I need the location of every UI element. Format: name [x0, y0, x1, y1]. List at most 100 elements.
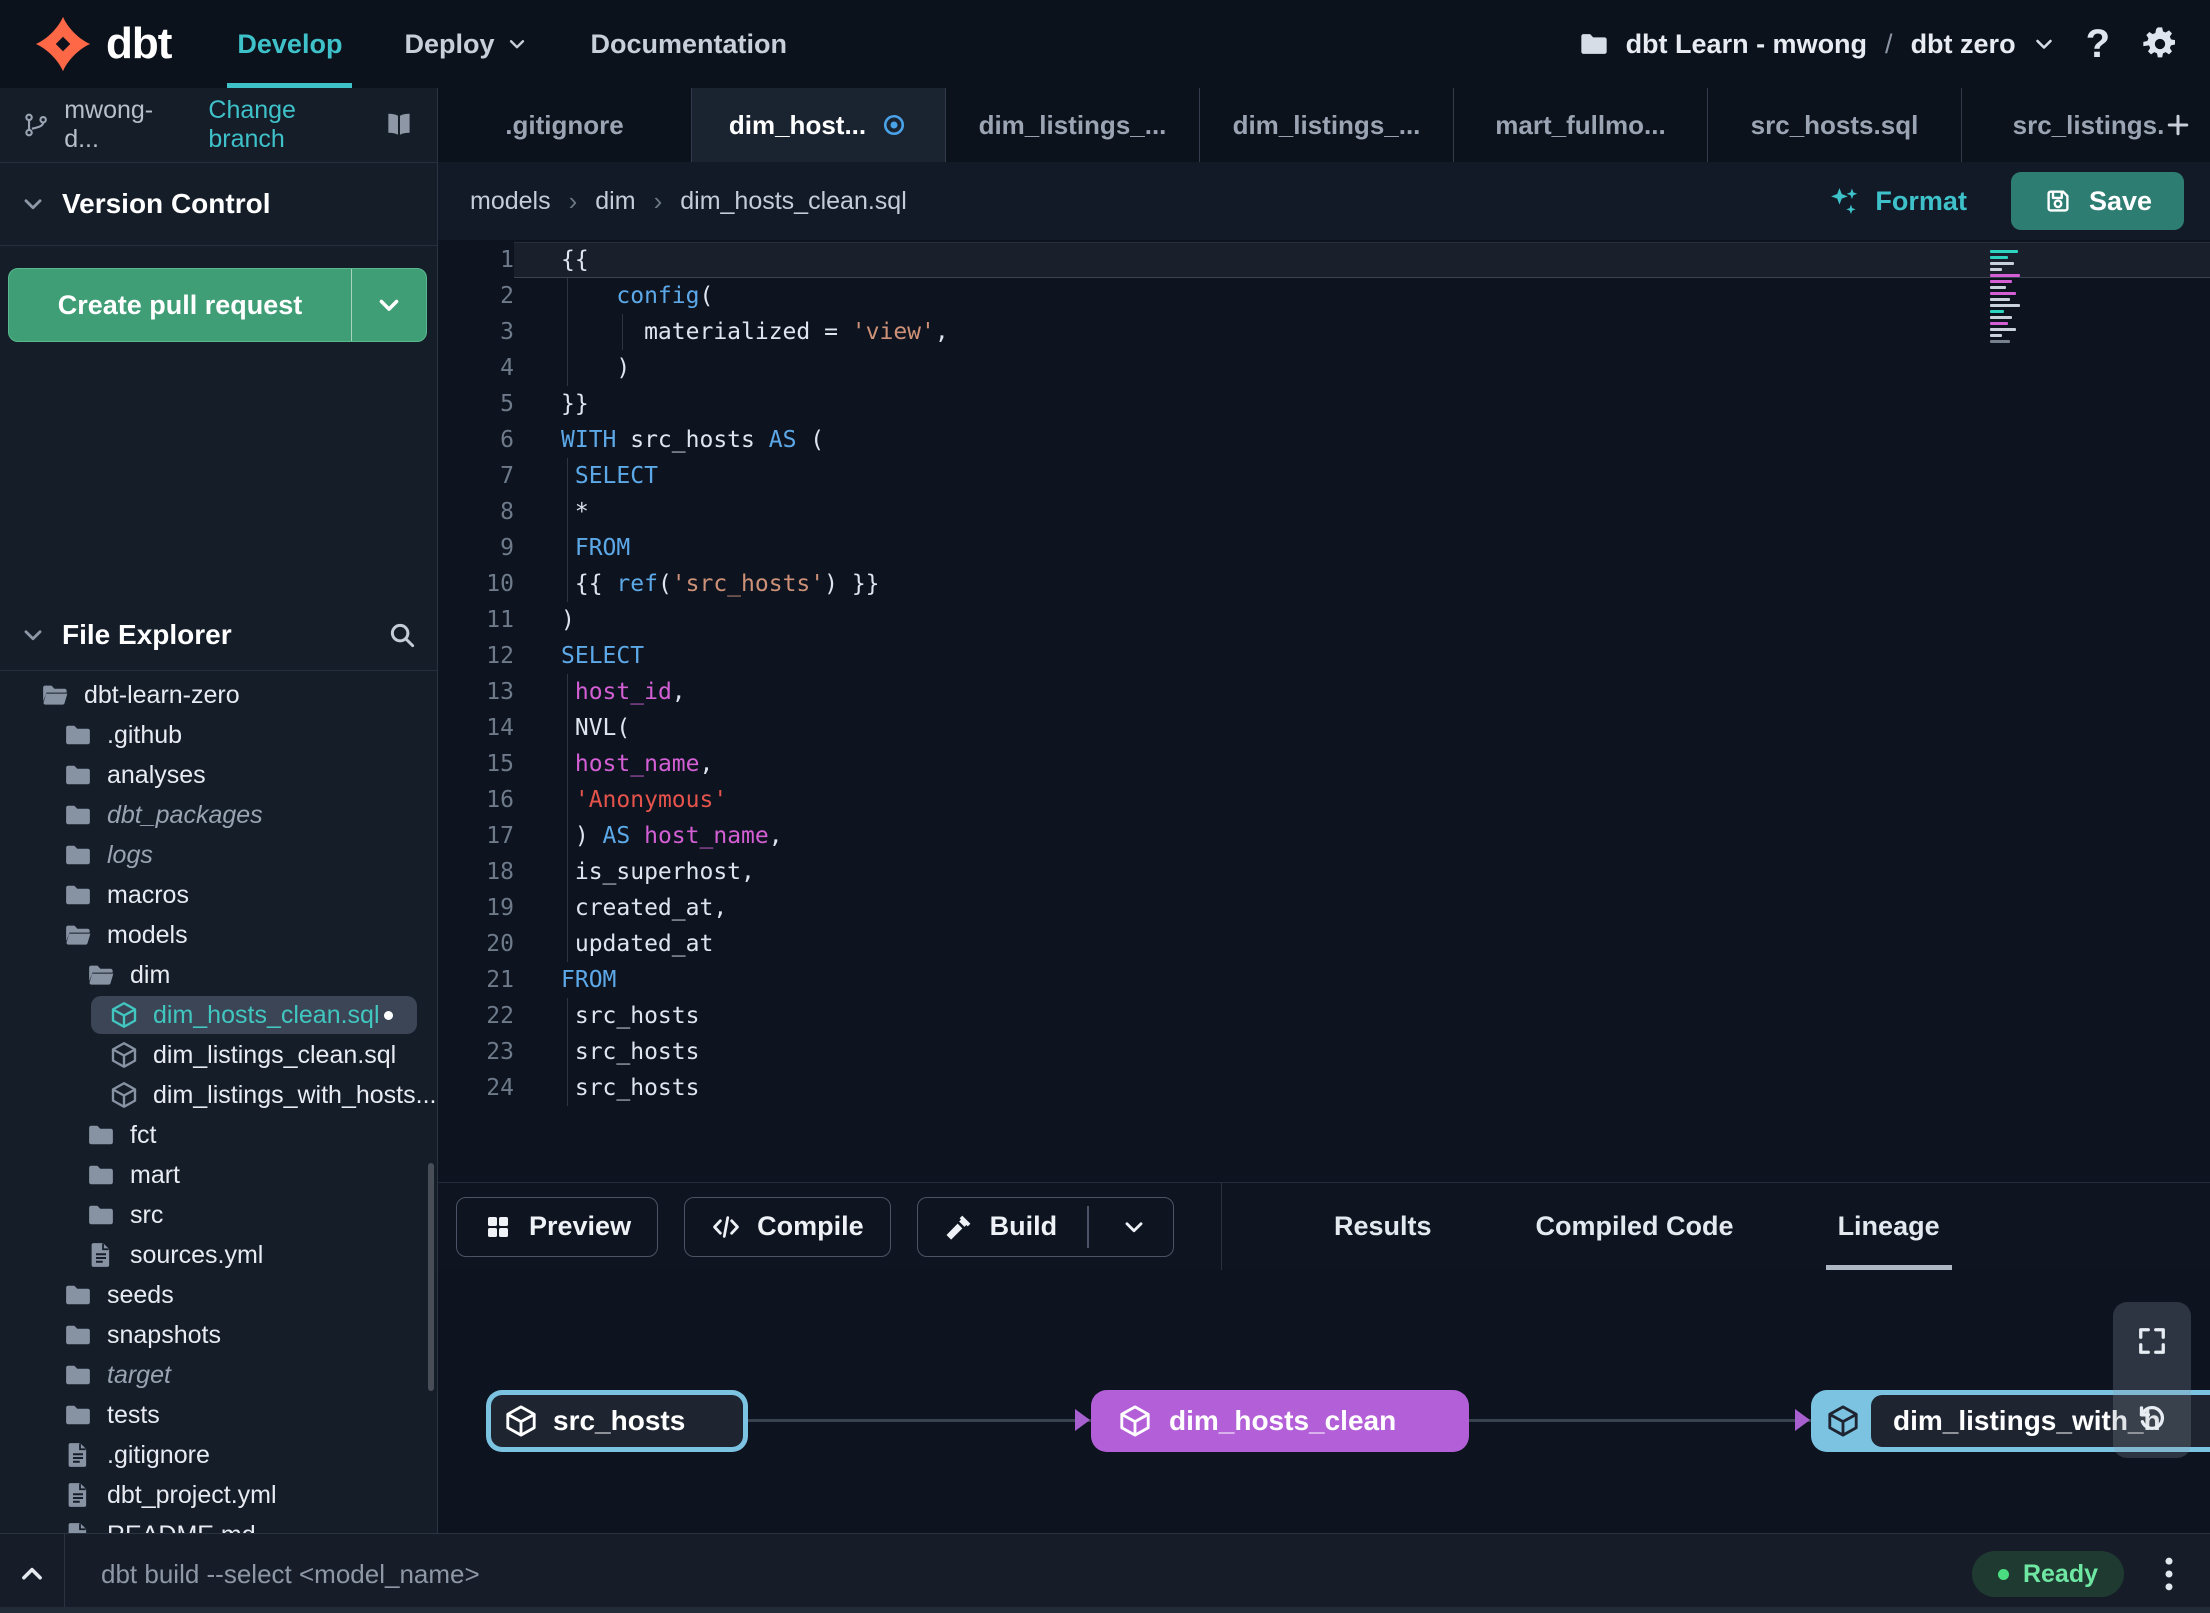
tree-item-dim-listings-with-hosts[interactable]: dim_listings_with_hosts...: [0, 1075, 437, 1115]
sidebar: mwong-d... Change branch Version Control…: [0, 88, 438, 1533]
main-area: .gitignore dim_host... dim_listings_... …: [438, 88, 2210, 1533]
code-line[interactable]: 17 ) AS host_name,: [438, 818, 2210, 854]
command-input[interactable]: dbt build --select <model_name>: [101, 1559, 480, 1590]
format-button[interactable]: Format: [1827, 184, 1967, 218]
build-button[interactable]: Build: [916, 1196, 1174, 1257]
panel-tab-results[interactable]: Results: [1282, 1183, 1484, 1270]
change-branch-link[interactable]: Change branch: [208, 96, 369, 154]
nav-item-deploy[interactable]: Deploy: [404, 0, 528, 88]
panel-tab-lineage[interactable]: Lineage: [1786, 1183, 1992, 1270]
editor-toolbar-row: models › dim › dim_hosts_clean.sql Forma…: [438, 162, 2210, 240]
dirty-circle-icon: [880, 111, 908, 139]
primary-nav: Develop Deploy Documentation: [227, 0, 787, 88]
nav-item-documentation[interactable]: Documentation: [590, 0, 787, 88]
tree-item-github[interactable]: .github: [0, 715, 437, 755]
code-line[interactable]: 11 ): [438, 602, 2210, 638]
code-line[interactable]: 20 updated_at: [438, 926, 2210, 962]
version-control-header[interactable]: Version Control: [0, 163, 437, 246]
panel-tab-compiled-code[interactable]: Compiled Code: [1484, 1183, 1786, 1270]
tree-item-sources-yml[interactable]: sources.yml: [0, 1235, 437, 1275]
code-line[interactable]: 7 SELECT: [438, 458, 2210, 494]
editor-tab[interactable]: dim_host...: [692, 88, 946, 162]
code-line[interactable]: 21 FROM: [438, 962, 2210, 998]
compile-button[interactable]: Compile: [684, 1196, 891, 1257]
dbt-logo[interactable]: dbt: [34, 15, 172, 73]
tree-item-analyses[interactable]: analyses: [0, 755, 437, 795]
fullscreen-icon[interactable]: [2134, 1323, 2170, 1359]
new-tab-button[interactable]: [2154, 88, 2202, 162]
code-line[interactable]: 15 host_name,: [438, 746, 2210, 782]
code-line[interactable]: 10 {{ ref('src_hosts') }}: [438, 566, 2210, 602]
tree-item-dbt-project-yml[interactable]: dbt_project.yml: [0, 1475, 437, 1515]
pr-dropdown-button[interactable]: [351, 269, 426, 341]
tree-item-logs[interactable]: logs: [0, 835, 437, 875]
create-pull-request-button[interactable]: Create pull request: [8, 268, 427, 342]
refresh-icon[interactable]: [2134, 1401, 2170, 1437]
code-line[interactable]: 18 is_superhost,: [438, 854, 2210, 890]
code-line[interactable]: 5 }}: [438, 386, 2210, 422]
code-line[interactable]: 4 ): [438, 350, 2210, 386]
command-bar-toggle[interactable]: [0, 1534, 65, 1613]
code-line[interactable]: 6 WITH src_hosts AS (: [438, 422, 2210, 458]
code-line[interactable]: 16 'Anonymous': [438, 782, 2210, 818]
tree-item-gitignore[interactable]: .gitignore: [0, 1435, 437, 1475]
code-line[interactable]: 13 host_id,: [438, 674, 2210, 710]
docs-book-icon[interactable]: [383, 110, 415, 140]
line-number: 17: [486, 823, 514, 849]
editor-tab[interactable]: dim_listings_...: [946, 88, 1200, 162]
save-button[interactable]: Save: [2010, 172, 2184, 230]
code-line[interactable]: 22 src_hosts: [438, 998, 2210, 1034]
code-line[interactable]: 19 created_at,: [438, 890, 2210, 926]
tree-item-dbt-packages[interactable]: dbt_packages: [0, 795, 437, 835]
editor-tab[interactable]: dim_listings_...: [1200, 88, 1454, 162]
tree-item-dim-hosts-clean-sql[interactable]: dim_hosts_clean.sql: [0, 995, 437, 1035]
folder-icon: [1578, 28, 1610, 60]
code-line[interactable]: 9 FROM: [438, 530, 2210, 566]
editor-tab[interactable]: src_hosts.sql: [1708, 88, 1962, 162]
tree-item-dbt-learn-zero[interactable]: dbt-learn-zero: [0, 675, 437, 715]
preview-button[interactable]: Preview: [456, 1196, 659, 1257]
tree-item-models[interactable]: models: [0, 915, 437, 955]
code-line[interactable]: 3 materialized = 'view',: [438, 314, 2210, 350]
search-icon[interactable]: [387, 620, 417, 650]
branch-name: mwong-d...: [64, 96, 154, 153]
code-line[interactable]: 24 src_hosts: [438, 1070, 2210, 1106]
code-editor[interactable]: 1 {{ 2 config( 3 materialized = 'view', …: [438, 240, 2210, 1182]
status-label: Ready: [2022, 1559, 2098, 1588]
lineage-node-src-hosts[interactable]: src_hosts: [486, 1390, 748, 1452]
line-number: 1: [500, 247, 514, 273]
editor-tab[interactable]: mart_fullmo...: [1454, 88, 1708, 162]
tree-item-macros[interactable]: macros: [0, 875, 437, 915]
code-line[interactable]: 14 NVL(: [438, 710, 2210, 746]
minimap[interactable]: [1990, 250, 2048, 343]
code-line[interactable]: 8 *: [438, 494, 2210, 530]
kebab-menu-icon[interactable]: [2154, 1553, 2184, 1595]
line-number: 4: [500, 355, 514, 381]
sidebar-scrollbar[interactable]: [428, 1163, 434, 1391]
code-line[interactable]: 2 config(: [438, 278, 2210, 314]
tree-item-readme-md[interactable]: README.md: [0, 1515, 437, 1533]
file-explorer-header[interactable]: File Explorer: [0, 600, 437, 671]
tree-item-dim-listings-clean-sql[interactable]: dim_listings_clean.sql: [0, 1035, 437, 1075]
editor-tab[interactable]: .gitignore: [438, 88, 692, 162]
hammer-icon: [944, 1212, 974, 1242]
tree-item-seeds[interactable]: seeds: [0, 1275, 437, 1315]
line-number: 13: [486, 679, 514, 705]
lineage-node-dim-hosts-clean[interactable]: dim_hosts_clean: [1091, 1390, 1469, 1452]
code-line[interactable]: 12 SELECT: [438, 638, 2210, 674]
tree-item-target[interactable]: target: [0, 1355, 437, 1395]
tree-item-src[interactable]: src: [0, 1195, 437, 1235]
tree-item-mart[interactable]: mart: [0, 1155, 437, 1195]
help-button[interactable]: ?: [2086, 24, 2110, 64]
settings-gear-icon[interactable]: [2140, 24, 2180, 64]
nav-item-develop[interactable]: Develop: [227, 0, 353, 88]
tree-item-dim[interactable]: dim: [0, 955, 437, 995]
tree-item-fct[interactable]: fct: [0, 1115, 437, 1155]
code-line[interactable]: 1 {{: [438, 242, 2210, 278]
tree-item-tests[interactable]: tests: [0, 1395, 437, 1435]
code-line[interactable]: 23 src_hosts: [438, 1034, 2210, 1070]
project-selector[interactable]: dbt Learn - mwong / dbt zero: [1578, 28, 2056, 60]
chevron-down-icon[interactable]: [1121, 1214, 1147, 1240]
grid-icon: [483, 1212, 513, 1242]
tree-item-snapshots[interactable]: snapshots: [0, 1315, 437, 1355]
